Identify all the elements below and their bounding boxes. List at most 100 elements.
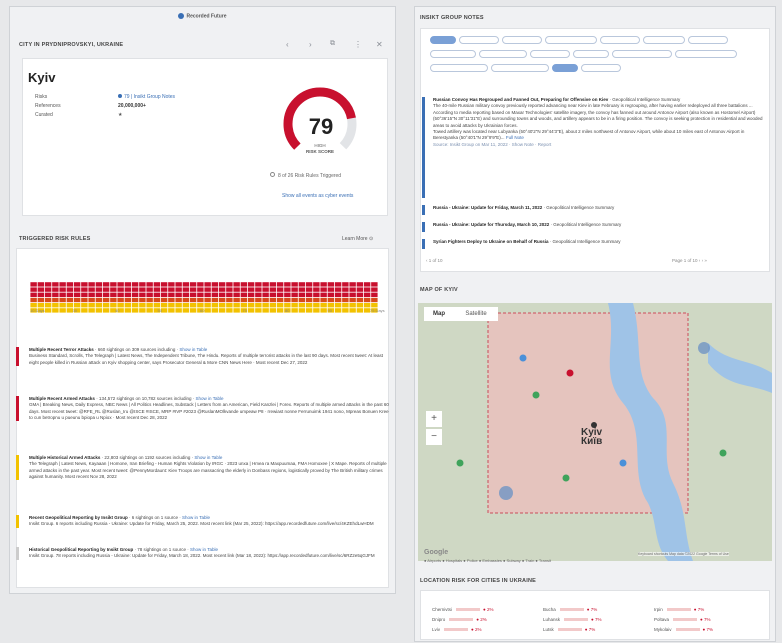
filter-tag[interactable] xyxy=(612,50,672,58)
chart-cell xyxy=(255,308,262,313)
pager-left[interactable]: ‹ 1 of 10 xyxy=(426,258,443,263)
forward-icon[interactable]: › xyxy=(309,40,312,49)
field-value-risks[interactable]: 79 | Insikt Group Notes xyxy=(118,94,175,100)
chart-cell xyxy=(313,303,320,308)
filter-tag[interactable] xyxy=(459,36,499,44)
filter-tag[interactable] xyxy=(502,36,542,44)
chart-cell xyxy=(255,292,262,297)
note-title[interactable]: Syrian Fighters Deploy to Ukraine on Beh… xyxy=(433,239,549,244)
chart-cell xyxy=(189,303,197,308)
next-page-icon[interactable]: › xyxy=(702,258,704,263)
location-risk-item[interactable]: Mykolaiv ● 7% xyxy=(654,627,713,632)
filter-tag[interactable] xyxy=(491,64,549,72)
note-title[interactable]: Russia - Ukraine: Update for Thursday, M… xyxy=(433,222,549,227)
location-name[interactable]: Lutsk xyxy=(543,627,554,632)
filter-tag[interactable] xyxy=(643,36,685,44)
filter-tag[interactable] xyxy=(573,50,609,58)
filter-tag[interactable] xyxy=(581,64,621,72)
location-risk-item[interactable]: Luhansk ● 7% xyxy=(543,617,602,622)
show-in-table-link[interactable]: Show in Table xyxy=(196,396,224,401)
show-in-table-link[interactable]: Show in Table xyxy=(179,347,207,352)
location-name[interactable]: Poltava xyxy=(654,617,669,622)
full-note-link[interactable]: Full Note xyxy=(506,135,524,140)
filter-tag[interactable] xyxy=(530,50,570,58)
filter-tag[interactable] xyxy=(430,36,456,44)
chart-cell xyxy=(247,292,255,297)
show-in-table-link[interactable]: Show in Table xyxy=(194,455,222,460)
location-risk-card xyxy=(420,590,770,640)
location-name[interactable]: Bucha xyxy=(543,607,556,612)
map-cluster-marker[interactable] xyxy=(698,342,710,354)
show-in-table-link[interactable]: Show in Table xyxy=(190,547,218,552)
chart-cell xyxy=(95,297,103,303)
map-poi-marker[interactable] xyxy=(719,449,727,457)
filter-tag[interactable] xyxy=(600,36,640,44)
map-poi-marker[interactable] xyxy=(566,369,574,377)
map-of-kyiv[interactable]: Map Satellite + − Kyiv Київ Google Keyboa… xyxy=(418,303,772,561)
external-link-icon[interactable]: ⧉ xyxy=(330,40,335,48)
location-risk-item[interactable]: Dnipro ● 2% xyxy=(432,617,487,622)
location-name[interactable]: Lviv xyxy=(432,627,440,632)
location-name[interactable]: Irpin xyxy=(654,607,663,612)
location-risk-item[interactable]: Chernivtsi ● 2% xyxy=(432,607,494,612)
map-poi-marker[interactable] xyxy=(619,459,627,467)
chart-cell xyxy=(291,308,298,313)
chart-cell xyxy=(81,297,88,303)
map-poi-marker[interactable] xyxy=(519,354,527,362)
last-page-icon[interactable]: » xyxy=(704,258,707,263)
chart-cell xyxy=(269,303,277,308)
chart-cell xyxy=(124,303,132,308)
chart-cell xyxy=(81,292,88,297)
filter-tag[interactable] xyxy=(430,50,476,58)
filter-tag[interactable] xyxy=(552,64,578,72)
chart-cell xyxy=(146,287,153,292)
filter-tag[interactable] xyxy=(479,50,527,58)
more-icon[interactable]: ⋮ xyxy=(354,40,362,49)
note-meta: · Geopolitical Intelligence Summary xyxy=(548,239,621,244)
prev-page-icon[interactable]: ‹ xyxy=(699,258,701,263)
satellite-tab[interactable]: Satellite xyxy=(454,307,498,321)
learn-more-text[interactable]: Learn More xyxy=(342,236,368,242)
chart-cell xyxy=(226,297,233,303)
zoom-out-button[interactable]: − xyxy=(426,429,442,445)
location-risk-item[interactable]: Bucha ● 7% xyxy=(543,607,597,612)
filter-tag[interactable] xyxy=(688,36,728,44)
filter-tag[interactable] xyxy=(545,36,597,44)
location-name[interactable]: Chernivtsi xyxy=(432,607,452,612)
chart-cell xyxy=(269,297,277,303)
location-risk-item[interactable]: Lutsk ● 7% xyxy=(543,627,595,632)
map-poi-marker[interactable] xyxy=(562,474,570,482)
chart-cell xyxy=(160,287,168,292)
location-name[interactable]: Dnipro xyxy=(432,617,445,622)
map-cluster-marker[interactable] xyxy=(499,486,513,500)
chart-cell xyxy=(262,287,269,292)
filter-tag[interactable] xyxy=(675,50,737,58)
filter-tag[interactable] xyxy=(430,64,488,72)
note-title[interactable]: Russia - Ukraine: Update for Friday, Mar… xyxy=(433,205,542,210)
note-title[interactable]: Russian Convoy Has Regrouped and Fanned … xyxy=(433,97,608,102)
show-in-table-link[interactable]: Show in Table xyxy=(182,515,210,520)
map-tab[interactable]: Map xyxy=(424,307,454,321)
rule-summary: · 660 sightings on 309 sources including… xyxy=(93,347,180,352)
location-name[interactable]: Luhansk xyxy=(543,617,560,622)
zoom-in-button[interactable]: + xyxy=(426,411,442,427)
map-poi-marker[interactable] xyxy=(456,459,464,467)
learn-more-link[interactable]: Learn More ⊙ xyxy=(342,236,373,242)
location-name[interactable]: Mykolaiv xyxy=(654,627,672,632)
back-icon[interactable]: ‹ xyxy=(286,40,289,49)
location-risk-item[interactable]: Poltava ● 7% xyxy=(654,617,711,622)
location-risk-item[interactable]: Irpin ● 7% xyxy=(654,607,704,612)
map-title: MAP OF KYIV xyxy=(420,287,458,293)
chart-cell xyxy=(284,292,291,297)
close-icon[interactable]: ✕ xyxy=(376,40,383,49)
chart-cell xyxy=(204,282,211,287)
show-all-link[interactable]: Show all events as cyber events xyxy=(282,193,353,199)
insikt-note-item: Russia - Ukraine: Update for Friday, Mar… xyxy=(422,205,768,215)
risks-link[interactable]: 79 | Insikt Group Notes xyxy=(124,94,175,100)
chart-cell xyxy=(363,297,371,303)
chart-cell xyxy=(255,297,262,303)
map-poi-marker[interactable] xyxy=(532,391,540,399)
chart-cell xyxy=(327,297,335,303)
location-risk-item[interactable]: Lviv ● 2% xyxy=(432,627,482,632)
note-dot-icon xyxy=(118,94,122,98)
